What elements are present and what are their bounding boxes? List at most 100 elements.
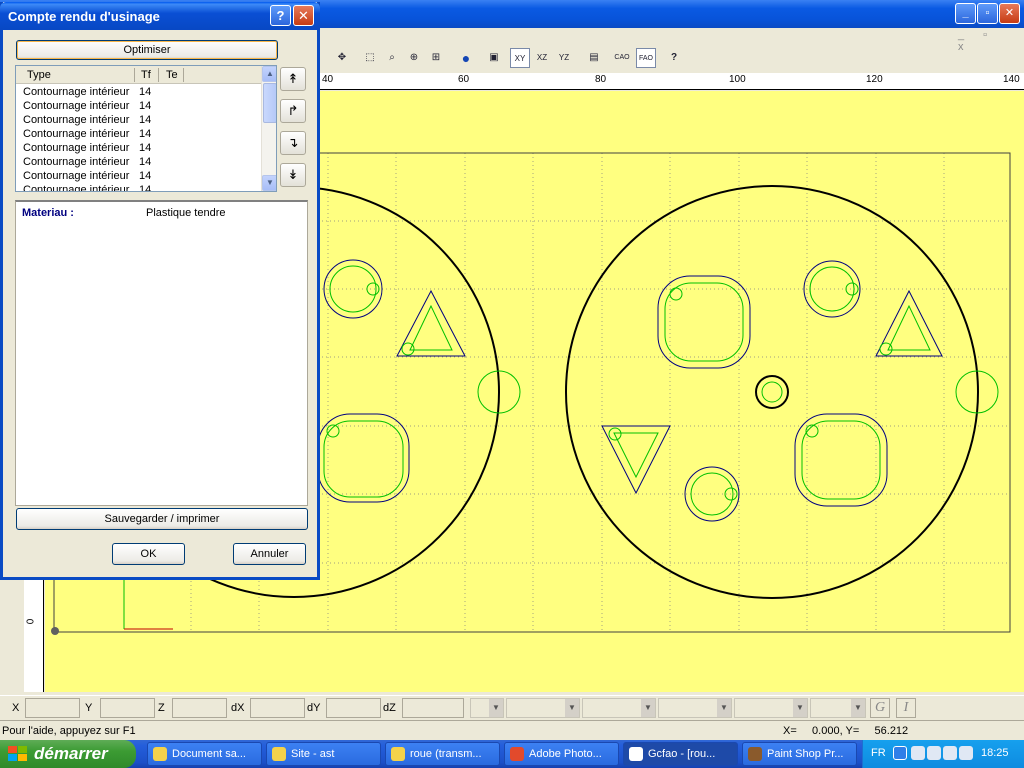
chevron-down-icon[interactable]: ▼	[793, 699, 807, 717]
column-separator[interactable]	[134, 68, 135, 82]
list-item[interactable]: Contournage intérieur 14	[23, 142, 261, 156]
taskbar-item[interactable]: roue (transm...	[385, 742, 500, 766]
taskbar-item[interactable]: Adobe Photo...	[504, 742, 619, 766]
column-header-tf[interactable]: Tf	[141, 69, 151, 81]
tray-phone-icon[interactable]	[943, 746, 957, 760]
system-tray: FR 18:25	[862, 740, 1024, 768]
combo-5[interactable]: ▼	[734, 698, 808, 718]
chevron-down-icon[interactable]: ▼	[565, 699, 579, 717]
list-item[interactable]: Contournage intérieur 14	[23, 114, 261, 128]
dialog-titlebar[interactable]: Compte rendu d'usinage ? ✕	[0, 2, 320, 30]
tray-chevron-icon[interactable]	[893, 746, 907, 760]
app-icon	[272, 747, 286, 761]
coord-x-label: X	[12, 702, 20, 714]
move-to-bottom-button[interactable]: ↡	[280, 163, 306, 187]
taskbar-item-active[interactable]: Gcfao - [rou...	[623, 742, 738, 766]
zoom-all-icon[interactable]: ⊞	[426, 48, 446, 68]
chevron-down-icon[interactable]: ▼	[489, 699, 503, 717]
ruler-tick-label: 120	[866, 74, 883, 85]
cao-icon[interactable]: CAO	[612, 48, 632, 68]
view-xz-icon[interactable]: XZ	[532, 48, 552, 68]
list-item[interactable]: Contournage intérieur 14	[23, 86, 261, 100]
ruler-tick-label: 100	[729, 74, 746, 85]
list-item[interactable]: Contournage intérieur 14	[23, 128, 261, 142]
combo-6[interactable]: ▼	[810, 698, 866, 718]
language-indicator[interactable]: FR	[871, 747, 886, 759]
taskbar-item-label: roue (transm...	[410, 748, 482, 760]
taskbar-item-label: Site - ast	[291, 748, 335, 760]
chevron-down-icon[interactable]: ▼	[641, 699, 655, 717]
clock[interactable]: 18:25	[981, 747, 1009, 759]
coord-z-field[interactable]	[172, 698, 227, 718]
optimiser-button[interactable]: Optimiser	[16, 40, 278, 60]
column-header-te[interactable]: Te	[166, 69, 178, 81]
scroll-thumb[interactable]	[263, 83, 276, 123]
coord-dz-field[interactable]	[402, 698, 464, 718]
tray-monitor-icon[interactable]	[959, 746, 973, 760]
maximize-icon[interactable]: ▫	[977, 3, 998, 24]
operation-tf: 14	[139, 100, 152, 112]
coord-dx-field[interactable]	[250, 698, 305, 718]
zoom-in-icon[interactable]: ⊕	[404, 48, 424, 68]
globe-icon[interactable]: ●	[456, 48, 476, 68]
taskbar-item[interactable]: Paint Shop Pr...	[742, 742, 857, 766]
taskbar-item[interactable]: Document sa...	[147, 742, 262, 766]
help-cursor-icon[interactable]: ?	[664, 48, 684, 68]
column-header-type[interactable]: Type	[27, 69, 51, 81]
operations-list[interactable]: Type Tf Te Contournage intérieur 14 Conto…	[15, 65, 277, 192]
move-to-top-button[interactable]: ↟	[280, 67, 306, 91]
combo-3[interactable]: ▼	[582, 698, 656, 718]
view-yz-icon[interactable]: YZ	[554, 48, 574, 68]
close-icon[interactable]: ✕	[999, 3, 1020, 24]
help-icon[interactable]: ?	[270, 5, 291, 26]
list-item[interactable]: Contournage intérieur 14	[23, 100, 261, 114]
zoom-page-icon[interactable]: ⌕	[382, 48, 402, 68]
coord-y-field[interactable]	[100, 698, 155, 718]
coord-dz-label: dZ	[383, 702, 396, 714]
taskbar-item-label: Gcfao - [rou...	[648, 748, 716, 760]
coordinates-bar: X Y Z dX dY dZ ▼ ▼ ▼ ▼ ▼ ▼ G I	[0, 695, 1024, 719]
mdi-window-controls[interactable]: _ ▫ x	[958, 29, 1018, 53]
move-up-button[interactable]: ↱	[280, 99, 306, 123]
close-icon[interactable]: ✕	[293, 5, 314, 26]
operation-type: Contournage intérieur	[23, 184, 130, 192]
list-item[interactable]: Contournage intérieur 14	[23, 170, 261, 184]
view-3d-icon[interactable]: ▣	[484, 48, 504, 68]
i-button[interactable]: I	[896, 698, 916, 718]
scroll-down-icon[interactable]: ▼	[262, 175, 276, 191]
chevron-down-icon[interactable]: ▼	[717, 699, 731, 717]
list-item[interactable]: Contournage intérieur 14	[23, 184, 261, 192]
taskbar-item-label: Paint Shop Pr...	[767, 748, 844, 760]
cancel-button[interactable]: Annuler	[233, 543, 306, 565]
g-button[interactable]: G	[870, 698, 890, 718]
scrollbar[interactable]: ▲ ▼	[261, 66, 276, 191]
chevron-down-icon[interactable]: ▼	[851, 699, 865, 717]
minimize-icon[interactable]: _	[955, 3, 976, 24]
tray-network-icon[interactable]	[911, 746, 925, 760]
machining-report-dialog: Compte rendu d'usinage ? ✕ Optimiser Typ…	[0, 2, 320, 580]
start-button[interactable]: démarrer	[0, 740, 136, 768]
tray-app-icon[interactable]	[927, 746, 941, 760]
ok-button[interactable]: OK	[112, 543, 185, 565]
coord-x-field[interactable]	[25, 698, 80, 718]
zoom-window-icon[interactable]: ⬚	[360, 48, 380, 68]
view-xy-icon[interactable]: XY	[510, 48, 530, 68]
status-help-text: Pour l'aide, appuyez sur F1	[2, 725, 136, 737]
scroll-up-icon[interactable]: ▲	[262, 66, 276, 82]
taskbar-item[interactable]: Site - ast	[266, 742, 381, 766]
fao-icon[interactable]: FAO	[636, 48, 656, 68]
coord-dy-field[interactable]	[326, 698, 381, 718]
column-separator[interactable]	[158, 68, 159, 82]
combo-2[interactable]: ▼	[506, 698, 580, 718]
combo-4[interactable]: ▼	[658, 698, 732, 718]
dialog-title: Compte rendu d'usinage	[8, 9, 160, 24]
app-icon	[748, 747, 762, 761]
column-separator[interactable]	[183, 68, 184, 82]
combo-1[interactable]: ▼	[470, 698, 504, 718]
zoom-reset-icon[interactable]: ✥	[332, 48, 352, 68]
move-down-button[interactable]: ↴	[280, 131, 306, 155]
ruler-zero-label: 0	[25, 618, 37, 625]
list-item[interactable]: Contournage intérieur 14	[23, 156, 261, 170]
save-print-button[interactable]: Sauvegarder / imprimer	[16, 508, 308, 530]
window-icon[interactable]: ▤	[584, 48, 604, 68]
